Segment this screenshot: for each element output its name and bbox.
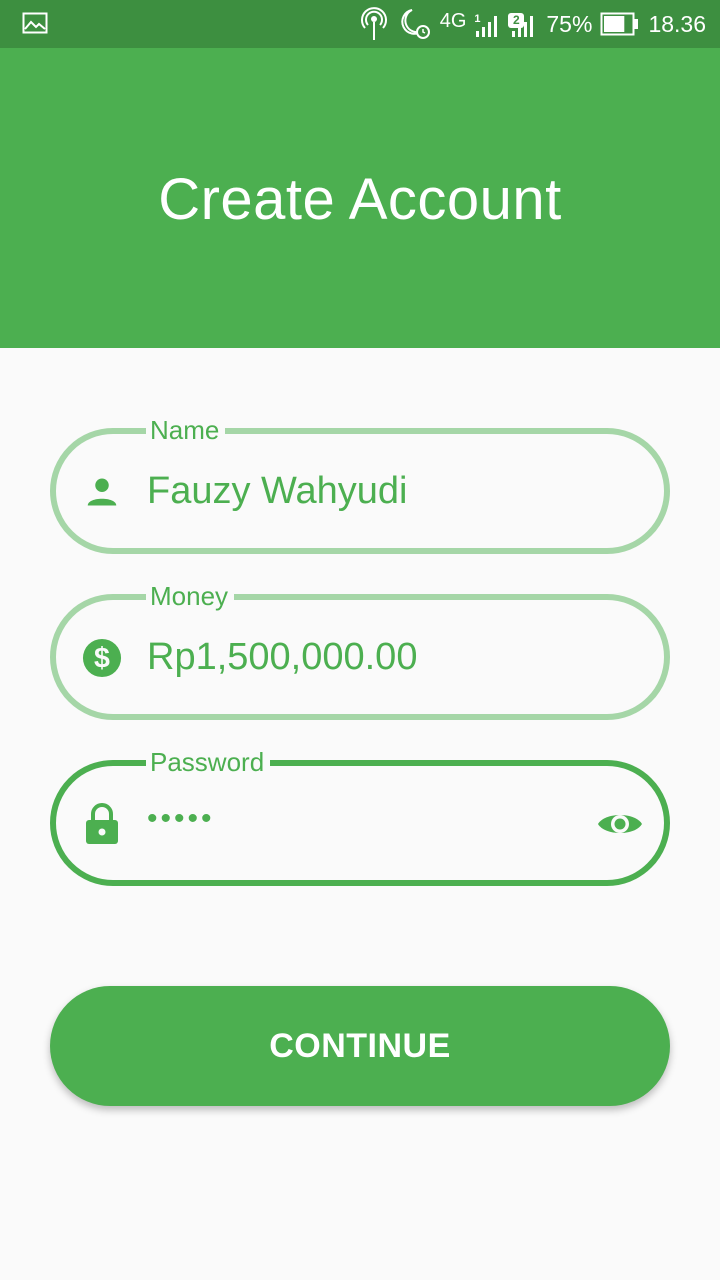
money-field[interactable]: Money $ Rp1,500,000.00 [50,580,670,720]
password-field[interactable]: Password ••••• [50,746,670,886]
password-input[interactable]: ••••• [147,762,215,876]
sim1-label: 1 [474,13,481,25]
signal-icon-sim2: 2 [508,9,538,39]
person-icon [82,472,122,512]
sim2-label: 2 [508,13,525,28]
gallery-icon [22,12,48,39]
eye-icon[interactable] [596,802,644,846]
status-icons: 4G 1 2 75% 18.36 [360,0,706,48]
clock: 18.36 [648,10,706,37]
svg-text:$: $ [94,643,110,675]
battery-icon [600,12,640,36]
name-field[interactable]: Name Fauzy Wahyudi [50,414,670,554]
name-input[interactable]: Fauzy Wahyudi [147,434,407,548]
status-bar: 4G 1 2 75% 18.36 [0,0,720,48]
continue-button[interactable]: CONTINUE [50,986,670,1106]
dollar-icon: $ [82,638,122,678]
lock-icon [82,803,122,844]
battery-percent: 75% [546,10,593,37]
app-header: Create Account [0,48,720,348]
do-not-disturb-alarm-icon [396,7,432,41]
page-title: Create Account [158,167,562,232]
signal-icon-sim1: 1 [474,9,502,39]
network-type: 4G [439,9,467,32]
hotspot-icon [360,7,388,41]
money-input[interactable]: Rp1,500,000.00 [147,600,417,714]
